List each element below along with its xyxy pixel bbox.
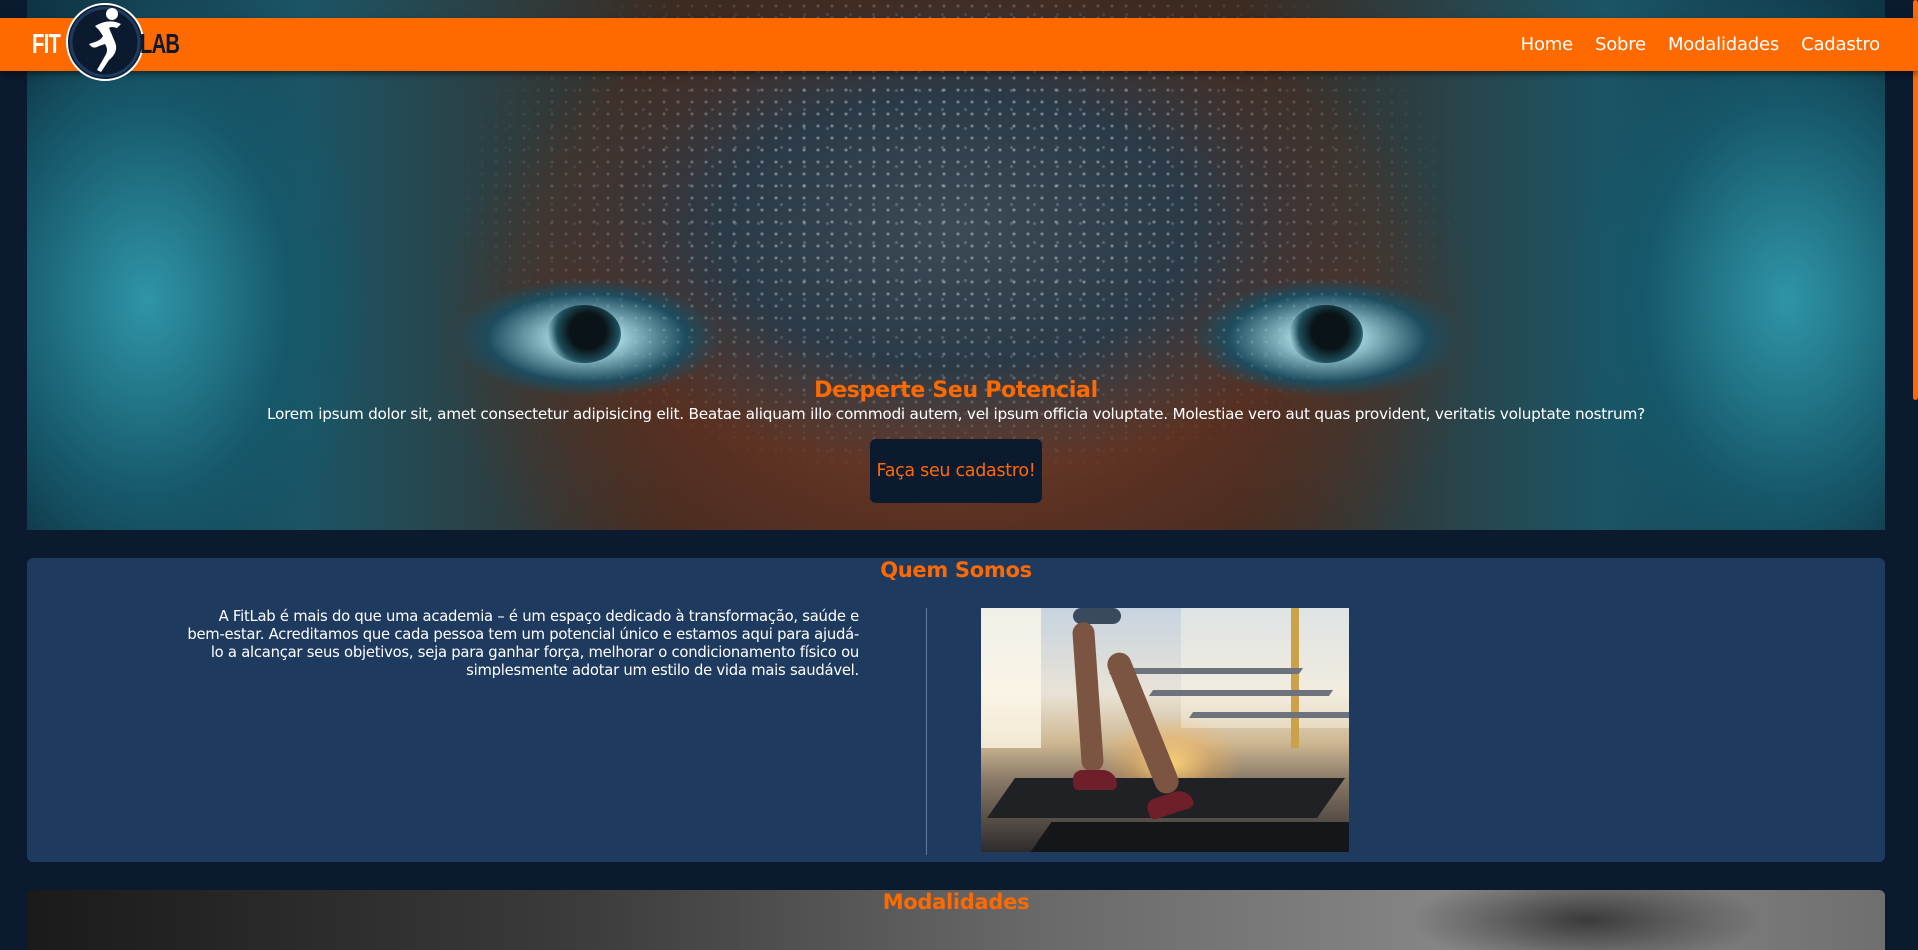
runner-emblem-icon <box>66 3 144 81</box>
modalidades-title: Modalidades <box>882 890 1030 914</box>
photo-pillar <box>1291 608 1299 748</box>
logo-text-lab: LAB <box>140 28 180 59</box>
nav-cadastro[interactable]: Cadastro <box>1801 34 1880 55</box>
navbar: FIT LAB Home Sobre Modalidades Cadastro <box>0 3 1918 81</box>
hero-description: Lorem ipsum dolor sit, amet consectetur … <box>266 405 1646 423</box>
hero-right-eye <box>1289 305 1363 363</box>
signup-button[interactable]: Faça seu cadastro! <box>870 439 1042 503</box>
nav-home[interactable]: Home <box>1521 34 1574 55</box>
about-divider <box>926 608 927 855</box>
hero-content: Desperte Seu Potencial Lorem ipsum dolor… <box>27 378 1885 503</box>
main-nav: Home Sobre Modalidades Cadastro <box>1521 18 1881 71</box>
treadmill-photo <box>981 608 1349 852</box>
hero-title: Desperte Seu Potencial <box>814 378 1098 403</box>
hero-section: Desperte Seu Potencial Lorem ipsum dolor… <box>27 0 1885 530</box>
hero-left-eye <box>547 305 621 363</box>
modalidades-section: Modalidades <box>27 890 1885 950</box>
logo-text-fit: FIT <box>32 28 61 59</box>
runner-left-shoe <box>1073 770 1117 790</box>
nav-modalidades[interactable]: Modalidades <box>1668 34 1779 55</box>
treadmill-rail-3 <box>1188 712 1349 718</box>
logo[interactable]: FIT LAB <box>28 0 188 104</box>
about-text: A FitLab é mais do que uma academia – é … <box>187 608 859 679</box>
about-section: Quem Somos A FitLab é mais do que uma ac… <box>27 558 1885 862</box>
treadmill-base <box>1030 822 1349 852</box>
treadmill-rail-1 <box>1108 668 1304 674</box>
nav-sobre[interactable]: Sobre <box>1595 34 1646 55</box>
about-title: Quem Somos <box>880 558 1032 582</box>
runner-left-leg <box>1071 621 1105 773</box>
treadmill-rail-2 <box>1148 690 1334 696</box>
photo-window-left <box>981 608 1041 748</box>
